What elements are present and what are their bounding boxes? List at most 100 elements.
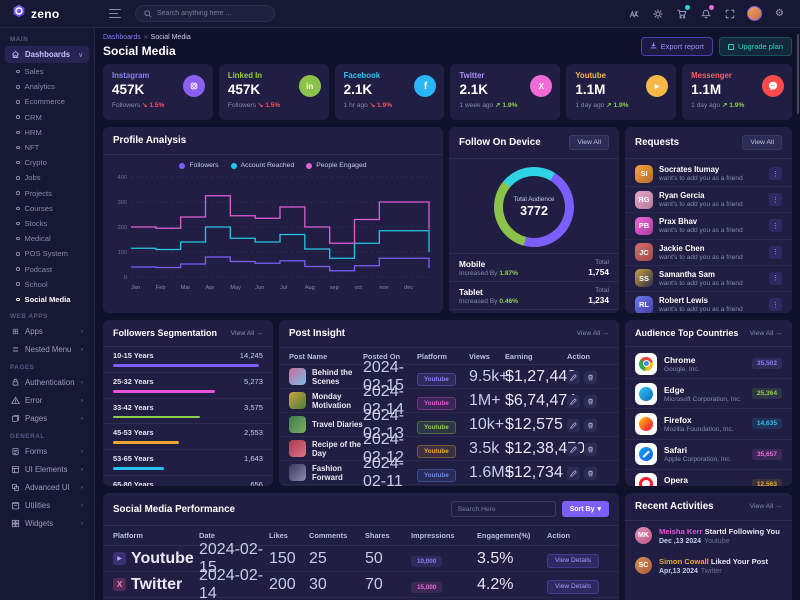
sidebar-item-analytics[interactable]: Analytics xyxy=(0,79,94,94)
more-options-button[interactable]: ⋮ xyxy=(769,272,782,285)
sidebar-item-crm[interactable]: CRM xyxy=(0,110,94,125)
requests-view-all-button[interactable]: View All xyxy=(742,135,782,150)
translate-icon[interactable] xyxy=(627,7,640,20)
sidebar-item-hrm[interactable]: HRM xyxy=(0,125,94,140)
sidebar-item-error[interactable]: Error › xyxy=(5,392,89,409)
sidebar-item-authentication[interactable]: Authentication › xyxy=(5,374,89,391)
more-options-button[interactable]: ⋮ xyxy=(769,219,782,232)
sort-by-button[interactable]: Sort By▾ xyxy=(562,501,609,517)
delete-button[interactable] xyxy=(584,467,597,480)
column-header: Engagemen(%) xyxy=(477,531,547,540)
notifications-badge xyxy=(709,5,714,10)
view-details-button[interactable]: View Details xyxy=(547,554,599,568)
sidebar-item-sales[interactable]: Sales xyxy=(0,64,94,79)
sidebar-item-nft[interactable]: NFT xyxy=(0,140,94,155)
sidebar-item-crypto[interactable]: Crypto xyxy=(0,155,94,170)
fullscreen-icon[interactable] xyxy=(723,7,736,20)
sidebar-item-pages[interactable]: Pages › xyxy=(5,410,89,427)
sidebar-item-podcast[interactable]: Podcast xyxy=(0,261,94,276)
menu-toggle-icon[interactable] xyxy=(109,9,121,19)
edit-button[interactable] xyxy=(567,419,580,432)
sidebar-item-widgets[interactable]: Widgets › xyxy=(5,515,89,532)
export-report-button[interactable]: Export report xyxy=(641,37,713,56)
sidebar-item-utilities[interactable]: Utilities › xyxy=(5,497,89,514)
light-mode-icon[interactable] xyxy=(651,7,664,20)
delete-button[interactable] xyxy=(584,443,597,456)
stat-card-messenger[interactable]: Messenger 1.1M 1 day ago ↗ 1.9% xyxy=(682,64,792,120)
more-options-button[interactable]: ⋮ xyxy=(769,298,782,311)
sidebar-item-pos-system[interactable]: POS System xyxy=(0,246,94,261)
youtube-icon: ▶ xyxy=(113,552,126,565)
stat-card-youtube[interactable]: Youtube 1.1M 1 day ago ↗ 1.9% ▶ xyxy=(566,64,676,120)
sidebar-item-school[interactable]: School xyxy=(0,277,94,292)
stat-card-linked-in[interactable]: Linked In 457K Followers ↘ 1.5% in xyxy=(219,64,329,120)
performance-search-input[interactable] xyxy=(451,501,556,517)
post-name: Fashion Forward xyxy=(312,464,363,482)
post-name: Travel Diaries xyxy=(312,420,363,429)
notifications-icon[interactable] xyxy=(699,7,712,20)
activity-row: MK Meisha Kerr Startd Following You Dec … xyxy=(625,521,792,551)
search-input[interactable] xyxy=(157,10,266,17)
delete-button[interactable] xyxy=(584,395,597,408)
post-earning: $12,734 xyxy=(505,464,567,482)
sidebar-item-jobs[interactable]: Jobs xyxy=(0,170,94,185)
post-insight-table: Post NamePosted OnPlatformViewsEarningAc… xyxy=(279,348,619,485)
cart-icon[interactable] xyxy=(675,7,688,20)
device-view-all-button[interactable]: View All xyxy=(569,135,609,150)
more-options-button[interactable]: ⋮ xyxy=(769,167,782,180)
settings-icon[interactable]: ⚙ xyxy=(773,7,786,20)
stat-meta: 1 day ago ↗ 1.9% xyxy=(575,101,667,109)
sidebar-section-label: PAGES xyxy=(10,364,84,371)
sidebar-item-ecommerce[interactable]: Ecommerce xyxy=(0,94,94,109)
sidebar-item-dashboards[interactable]: Dashboards ∨ xyxy=(5,46,89,63)
edit-button[interactable] xyxy=(567,371,580,384)
audience-top-countries-panel: Audience Top Countries View All → Chrome… xyxy=(625,320,792,486)
delete-button[interactable] xyxy=(584,419,597,432)
device-donut-chart: Total Audience 3772 xyxy=(494,167,574,247)
post-thumbnail xyxy=(289,440,306,457)
legend-item: Followers xyxy=(179,162,218,169)
segment-bar xyxy=(113,441,179,444)
edit-button[interactable] xyxy=(567,395,580,408)
sidebar-item-social-media[interactable]: Social Media xyxy=(0,292,94,307)
sidebar-item-stocks[interactable]: Stocks xyxy=(0,216,94,231)
upgrade-plan-button[interactable]: Upgrade plan xyxy=(719,37,792,56)
search-icon xyxy=(144,5,152,23)
sidebar-item-advanced-ui[interactable]: Advanced UI › xyxy=(5,479,89,496)
performance-table-header: PlatformDateLikesCommentsSharesImpressio… xyxy=(103,526,619,546)
sidebar-item-courses[interactable]: Courses xyxy=(0,201,94,216)
profile-avatar[interactable] xyxy=(747,6,762,21)
segmentation-list: 10-15 Years 14,245 25-32 Years 5,273 33-… xyxy=(103,347,273,486)
edit-button[interactable] xyxy=(567,443,580,456)
countries-view-all-link[interactable]: View All → xyxy=(750,330,782,337)
request-name: Robert Lewis xyxy=(659,296,743,305)
donut-center-label: Total Audience xyxy=(514,196,555,203)
view-details-button[interactable]: View Details xyxy=(547,580,599,594)
sidebar-item-apps[interactable]: ⊞ Apps › xyxy=(5,323,89,340)
sidebar-item-ui-elements[interactable]: UI Elements › xyxy=(5,461,89,478)
stat-card-instagram[interactable]: Instagram 457K Followers ↘ 1.5% xyxy=(103,64,213,120)
more-options-button[interactable]: ⋮ xyxy=(769,246,782,259)
sidebar-item-projects[interactable]: Projects xyxy=(0,186,94,201)
post-insight-view-all-link[interactable]: View All → xyxy=(577,330,609,337)
stat-card-facebook[interactable]: Facebook 2.1K 1 hr ago ↘ 1.9% f xyxy=(335,64,445,120)
sidebar-item-forms[interactable]: Forms › xyxy=(5,443,89,460)
breadcrumb-dashboards[interactable]: Dashboards xyxy=(103,34,141,41)
edit-button[interactable] xyxy=(567,467,580,480)
request-name: Prax Bhav xyxy=(659,217,743,226)
more-options-button[interactable]: ⋮ xyxy=(769,193,782,206)
bullet-icon xyxy=(16,176,20,180)
global-search[interactable] xyxy=(135,5,275,22)
request-subtitle: want's to add you as a friend xyxy=(659,254,743,261)
delete-button[interactable] xyxy=(584,371,597,384)
requests-panel: Requests View All SI Socrates Itumay wan… xyxy=(625,127,792,313)
sidebar-item-nested-menu[interactable]: ≣ Nested Menu › xyxy=(5,341,89,358)
avatar: MK xyxy=(635,527,652,544)
activities-view-all-link[interactable]: View All → xyxy=(750,503,782,510)
bullet-icon xyxy=(16,207,20,211)
sidebar-item-medical[interactable]: Medical xyxy=(0,231,94,246)
logo[interactable]: zeno xyxy=(0,4,95,23)
segmentation-view-all-link[interactable]: View All → xyxy=(231,330,263,337)
country-row: Firefox Mozilla Foundation, Inc. 14,635 xyxy=(625,408,792,438)
stat-card-twitter[interactable]: Twitter 2.1K 1 week ago ↗ 1.9% X xyxy=(450,64,560,120)
